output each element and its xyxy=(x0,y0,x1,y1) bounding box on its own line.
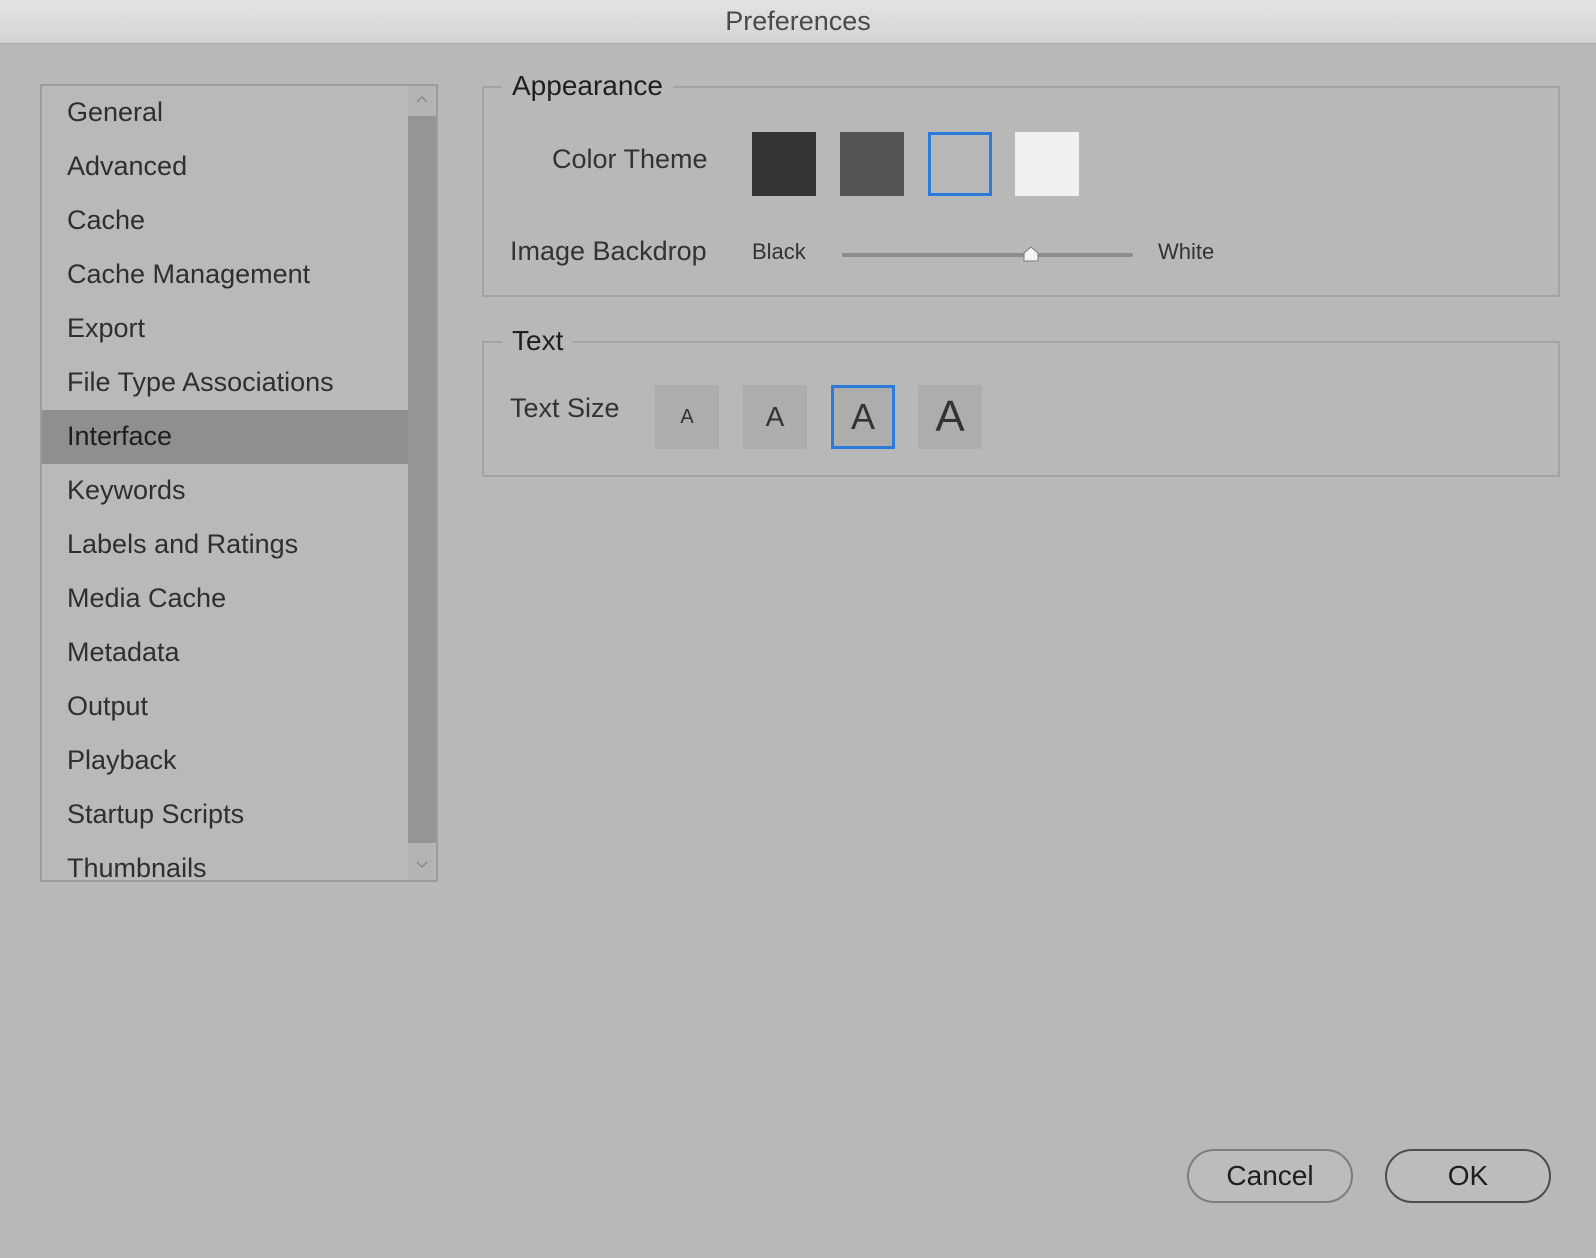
preferences-window: Preferences General Advanced Cache Cache… xyxy=(0,0,1596,1258)
category-list-items: General Advanced Cache Cache Management … xyxy=(42,86,412,880)
theme-swatch-medium[interactable] xyxy=(928,132,992,196)
slider-thumb[interactable] xyxy=(1022,245,1040,263)
text-size-large-button[interactable]: A xyxy=(918,385,982,449)
text-size-smallest-button[interactable]: A xyxy=(655,385,719,449)
sidebar-item-export[interactable]: Export xyxy=(42,302,412,356)
theme-swatch-light[interactable] xyxy=(1015,132,1079,196)
appearance-group: Appearance Color Theme Image Backdrop Bl… xyxy=(482,68,1560,297)
chevron-up-icon[interactable] xyxy=(408,86,436,114)
sidebar-item-file-type-associations[interactable]: File Type Associations xyxy=(42,356,412,410)
chevron-down-icon[interactable] xyxy=(408,852,436,880)
text-group: Text Text Size A A A A xyxy=(482,323,1560,477)
sidebar-item-playback[interactable]: Playback xyxy=(42,734,412,788)
theme-swatch-dark[interactable] xyxy=(840,132,904,196)
sidebar-item-cache-management[interactable]: Cache Management xyxy=(42,248,412,302)
sidebar-item-cache[interactable]: Cache xyxy=(42,194,412,248)
sidebar-item-media-cache[interactable]: Media Cache xyxy=(42,572,412,626)
sidebar-item-advanced[interactable]: Advanced xyxy=(42,140,412,194)
image-backdrop-label: Image Backdrop xyxy=(510,236,707,266)
scrollbar-thumb[interactable] xyxy=(408,116,436,843)
sidebar-item-interface[interactable]: Interface xyxy=(42,410,412,464)
backdrop-max-label: White xyxy=(1158,239,1215,264)
color-theme-label: Color Theme xyxy=(552,144,708,174)
sidebar-item-thumbnails[interactable]: Thumbnails xyxy=(42,842,412,880)
text-size-medium-button[interactable]: A xyxy=(831,385,895,449)
text-group-title: Text xyxy=(502,323,574,359)
backdrop-min-label: Black xyxy=(752,239,806,264)
window-title: Preferences xyxy=(0,0,1596,44)
sidebar-scrollbar[interactable] xyxy=(408,86,436,880)
ok-button[interactable]: OK xyxy=(1385,1149,1551,1203)
sidebar-item-general[interactable]: General xyxy=(42,86,412,140)
sidebar-item-startup-scripts[interactable]: Startup Scripts xyxy=(42,788,412,842)
category-list[interactable]: General Advanced Cache Cache Management … xyxy=(40,84,438,882)
cancel-button[interactable]: Cancel xyxy=(1187,1149,1353,1203)
backdrop-slider[interactable] xyxy=(842,246,1133,262)
sidebar-item-labels-and-ratings[interactable]: Labels and Ratings xyxy=(42,518,412,572)
sidebar-item-output[interactable]: Output xyxy=(42,680,412,734)
sidebar-item-keywords[interactable]: Keywords xyxy=(42,464,412,518)
theme-swatch-darkest[interactable] xyxy=(752,132,816,196)
appearance-group-title: Appearance xyxy=(502,68,674,104)
sidebar-item-metadata[interactable]: Metadata xyxy=(42,626,412,680)
text-size-label: Text Size xyxy=(510,393,620,423)
text-size-small-button[interactable]: A xyxy=(743,385,807,449)
